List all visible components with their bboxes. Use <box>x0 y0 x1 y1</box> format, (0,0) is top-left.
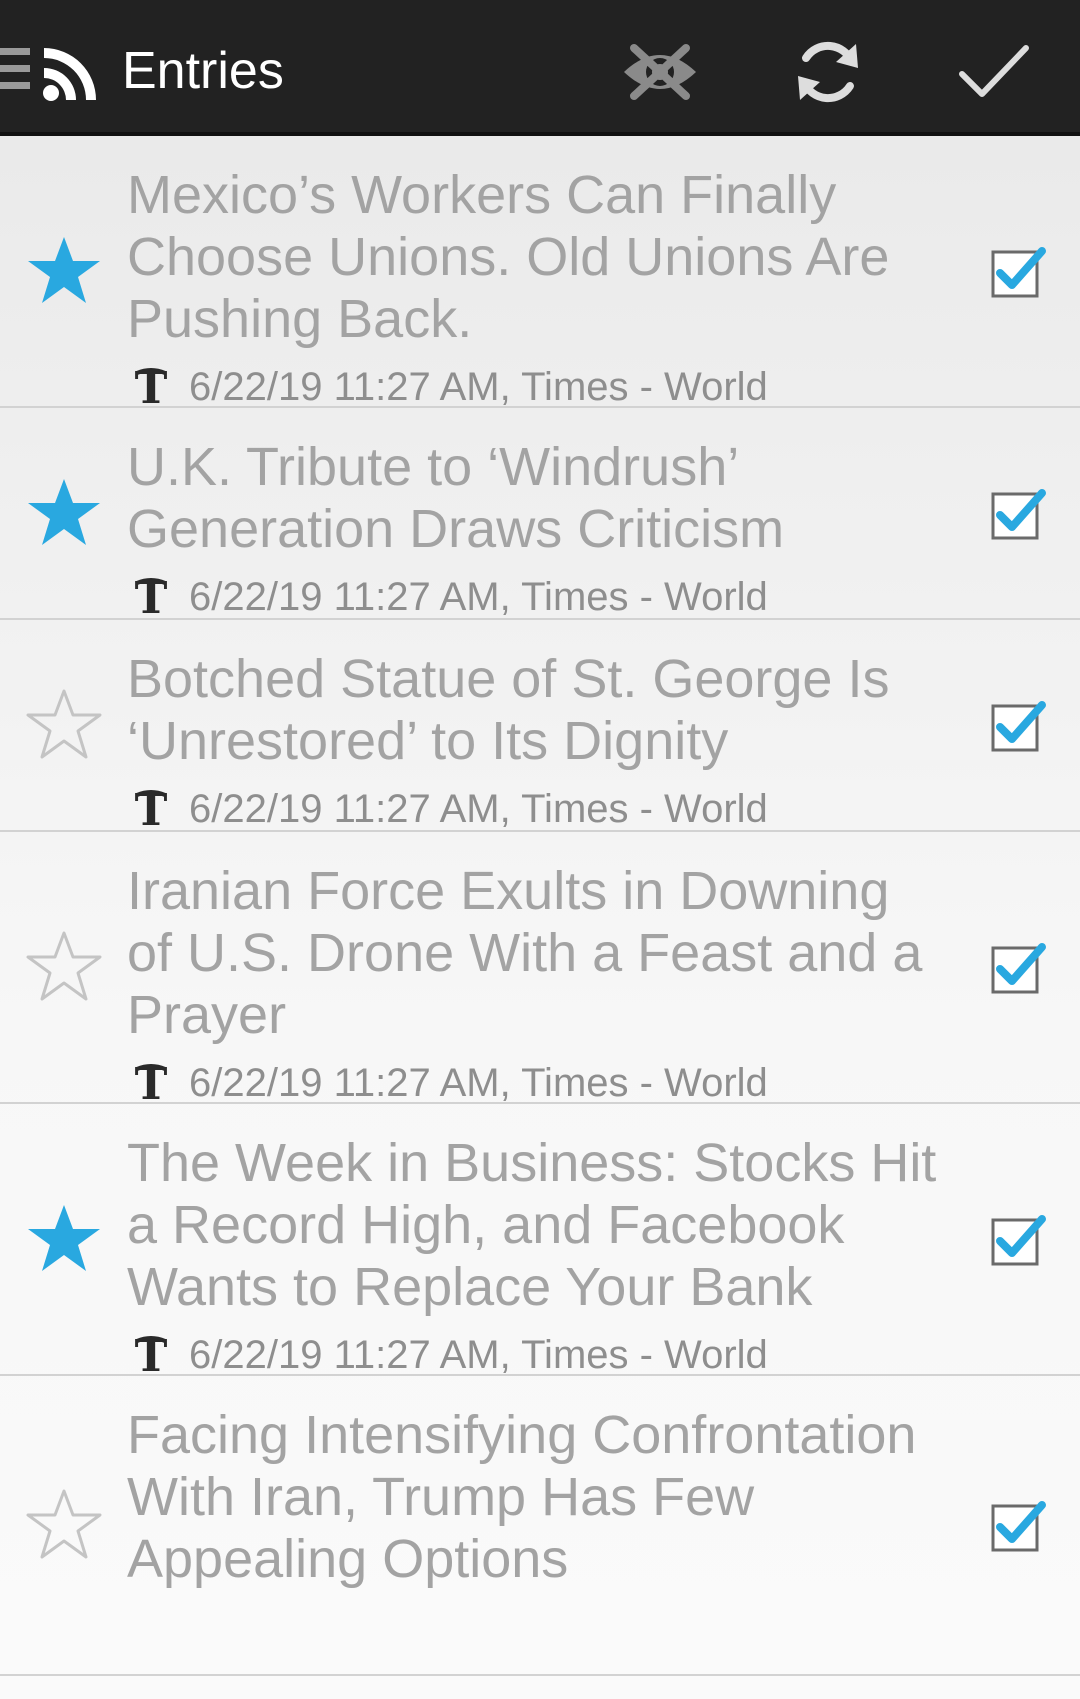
entry-title: The Week in Business: Stocks Hit a Recor… <box>127 1133 937 1317</box>
star-icon[interactable] <box>24 473 104 553</box>
top-app-bar: Entries <box>0 0 1080 136</box>
list-item[interactable]: Botched Statue of St. George Is ‘Unresto… <box>0 620 1080 832</box>
nyt-logo-icon: T <box>135 575 168 619</box>
list-item[interactable]: The Week in Business: Stocks Hit a Recor… <box>0 1104 1080 1377</box>
checkbox-icon[interactable] <box>990 485 1050 545</box>
refresh-icon <box>798 41 858 103</box>
mark-all-read-button[interactable] <box>948 26 1040 118</box>
entry-content: Mexico’s Workers Can Finally Choose Unio… <box>127 164 937 418</box>
entry-title: Botched Statue of St. George Is ‘Unresto… <box>127 649 890 771</box>
checkbox-icon[interactable] <box>990 1211 1050 1271</box>
entry-date-source: 6/22/19 11:27 AM, Times - World <box>189 786 768 831</box>
entry-meta: T 6/22/19 11:27 AM, Times - World <box>127 778 937 840</box>
entry-date-source: 6/22/19 11:27 AM, Times - World <box>189 1060 768 1105</box>
entry-content: Botched Statue of St. George Is ‘Unresto… <box>127 648 937 840</box>
list-item[interactable]: Facing Intensifying Confrontation With I… <box>0 1376 1080 1676</box>
entry-content: Iranian Force Exults in Downing of U.S. … <box>127 860 937 1114</box>
entry-title: Iranian Force Exults in Downing of U.S. … <box>127 861 923 1045</box>
entry-date-source: 6/22/19 11:27 AM, Times - World <box>189 364 768 409</box>
nyt-logo-icon: T <box>135 1061 168 1105</box>
star-icon[interactable] <box>24 927 104 1007</box>
hide-read-button[interactable] <box>614 26 706 118</box>
checkmark-icon <box>959 45 1029 97</box>
app-screen: Entries Mexico’s Workers Can Finally Cho… <box>0 0 1080 1699</box>
hamburger-icon[interactable] <box>0 48 30 92</box>
entry-content: The Week in Business: Stocks Hit a Recor… <box>127 1132 937 1386</box>
nyt-logo-icon: T <box>135 787 168 831</box>
entry-content: U.K. Tribute to ‘Windrush’ Generation Dr… <box>127 436 937 628</box>
star-icon[interactable] <box>24 1199 104 1279</box>
page-title: Entries <box>122 42 284 100</box>
eye-off-icon <box>624 44 696 100</box>
star-icon[interactable] <box>24 231 104 311</box>
entry-title: Facing Intensifying Confrontation With I… <box>127 1405 917 1589</box>
entries-list: Mexico’s Workers Can Finally Choose Unio… <box>0 136 1080 1676</box>
refresh-button[interactable] <box>782 26 874 118</box>
checkbox-icon[interactable] <box>990 1497 1050 1557</box>
entry-title: Mexico’s Workers Can Finally Choose Unio… <box>127 165 890 349</box>
star-icon[interactable] <box>24 685 104 765</box>
entry-date-source: 6/22/19 11:27 AM, Times - World <box>189 574 768 619</box>
list-item[interactable]: Iranian Force Exults in Downing of U.S. … <box>0 832 1080 1105</box>
list-item[interactable]: Mexico’s Workers Can Finally Choose Unio… <box>0 136 1080 409</box>
entry-content: Facing Intensifying Confrontation With I… <box>127 1404 937 1590</box>
list-item[interactable]: U.K. Tribute to ‘Windrush’ Generation Dr… <box>0 408 1080 620</box>
rss-icon[interactable] <box>42 44 100 102</box>
entry-meta: T 6/22/19 11:27 AM, Times - World <box>127 566 937 628</box>
checkbox-icon[interactable] <box>990 697 1050 757</box>
checkbox-icon[interactable] <box>990 243 1050 303</box>
star-icon[interactable] <box>24 1485 104 1565</box>
entry-title: U.K. Tribute to ‘Windrush’ Generation Dr… <box>127 437 785 559</box>
checkbox-icon[interactable] <box>990 939 1050 999</box>
nyt-logo-icon: T <box>135 365 168 409</box>
nyt-logo-icon: T <box>135 1333 168 1377</box>
entry-date-source: 6/22/19 11:27 AM, Times - World <box>189 1332 768 1377</box>
